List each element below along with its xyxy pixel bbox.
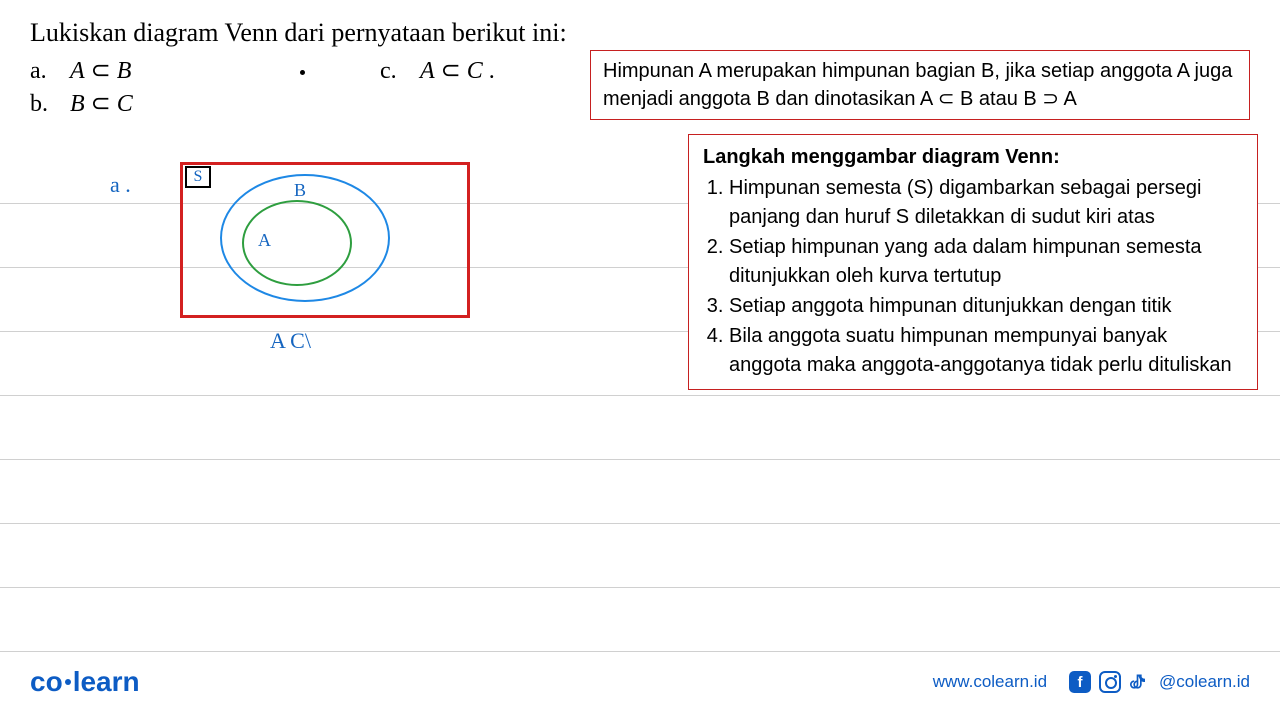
definition-box: Himpunan A merupakan himpunan bagian B, … (590, 50, 1250, 120)
social-handle: @colearn.id (1159, 672, 1250, 692)
list-item: Himpunan semesta (S) digambarkan sebagai… (729, 174, 1243, 232)
dot-icon (65, 679, 71, 685)
site-url: www.colearn.id (933, 672, 1047, 692)
tiktok-icon (1129, 671, 1151, 693)
problems-list: a. A ⊂ B b. B ⊂ C c. A ⊂ C . (30, 56, 590, 122)
venn-diagram-a: a . S B A A C\ (30, 160, 670, 410)
diagram-caption: A C\ (270, 328, 311, 354)
definition-text: Himpunan A merupakan himpunan bagian B, … (603, 60, 1232, 110)
facebook-icon: f (1069, 671, 1091, 693)
problem-b: b. B ⊂ C (30, 89, 380, 118)
problem-a: a. A ⊂ B (30, 56, 380, 85)
instagram-icon (1099, 671, 1121, 693)
page-title: Lukiskan diagram Venn dari pernyataan be… (30, 18, 1250, 48)
steps-box: Langkah menggambar diagram Venn: Himpuna… (688, 134, 1258, 390)
set-a-label: A (258, 230, 271, 251)
stray-dot-icon (300, 70, 305, 75)
universe-s-label: S (185, 166, 211, 188)
social-icons: f @colearn.id (1069, 671, 1250, 693)
steps-title: Langkah menggambar diagram Venn: (703, 143, 1243, 172)
problem-c: c. A ⊂ C . (380, 56, 590, 85)
set-b-label: B (294, 180, 306, 201)
steps-list: Himpunan semesta (S) digambarkan sebagai… (703, 174, 1243, 380)
brand-logo: colearn (30, 666, 140, 698)
footer: colearn www.colearn.id f @colearn.id (0, 666, 1280, 698)
list-item: Setiap himpunan yang ada dalam himpunan … (729, 233, 1243, 291)
list-item: Bila anggota suatu himpunan mempunyai ba… (729, 322, 1243, 380)
list-item: Setiap anggota himpunan ditunjukkan deng… (729, 292, 1243, 321)
diagram-item-label: a . (110, 172, 131, 198)
